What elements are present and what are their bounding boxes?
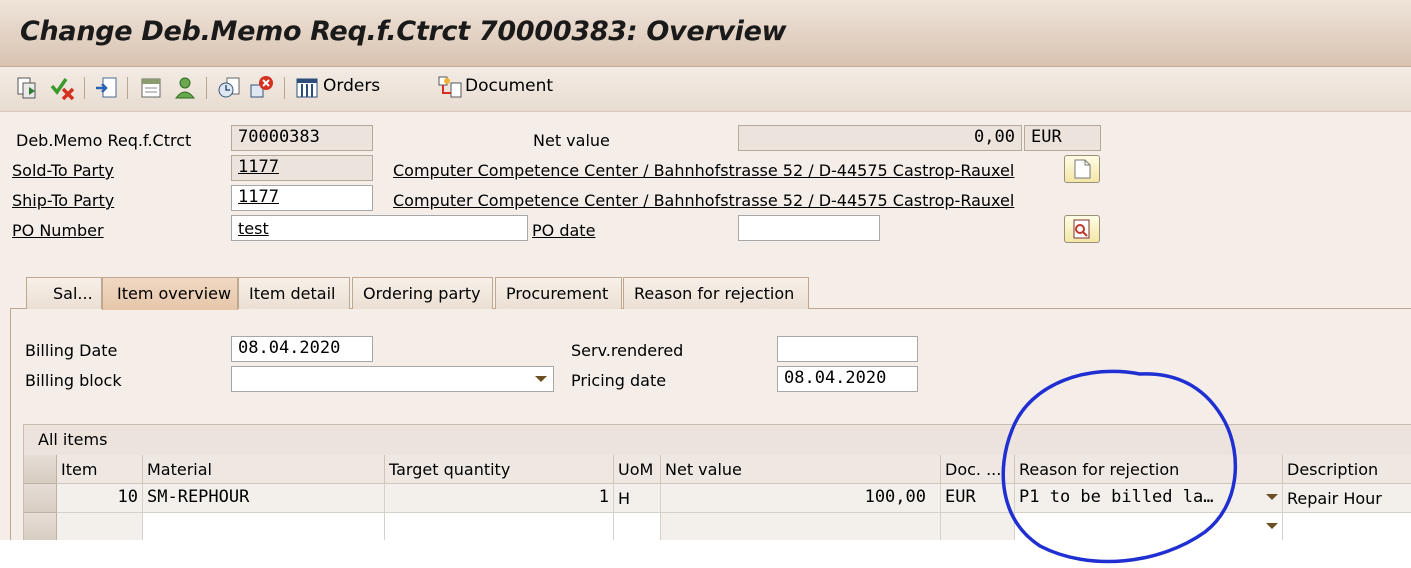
pricing-date-field[interactable]: 08.04.2020 xyxy=(777,366,918,392)
sold-to-field[interactable]: 1177 xyxy=(231,155,373,181)
document-icon xyxy=(1074,159,1091,179)
column-header-target-quantity[interactable]: Target quantity xyxy=(385,455,614,484)
display-icon[interactable] xyxy=(14,75,40,101)
net-value-label: Net value xyxy=(533,131,610,150)
window-title: Change Deb.Memo Req.f.Ctrct 70000383: Ov… xyxy=(20,16,787,47)
toolbar-separator xyxy=(206,77,207,99)
po-date-label[interactable]: PO date xyxy=(532,221,595,240)
po-number-value: test xyxy=(238,219,269,238)
cell-material[interactable]: SM-REPHOUR xyxy=(143,484,385,513)
po-date-field[interactable] xyxy=(738,215,880,241)
sold-to-details-button[interactable] xyxy=(1064,155,1100,183)
row-selector[interactable] xyxy=(24,484,57,513)
tab-item-detail[interactable]: Item detail xyxy=(238,277,350,309)
pricing-date-label: Pricing date xyxy=(571,371,667,390)
billing-block-dropdown[interactable] xyxy=(231,366,554,392)
column-header-net-value[interactable]: Net value xyxy=(661,455,941,484)
ship-to-address-link[interactable]: Computer Competence Center / Bahnhofstra… xyxy=(393,191,1014,210)
annotation-circle xyxy=(1001,369,1238,564)
ship-to-field[interactable]: 1177 xyxy=(231,185,373,211)
billing-block-label: Billing block xyxy=(25,371,122,390)
title-bar: Change Deb.Memo Req.f.Ctrct 70000383: Ov… xyxy=(0,0,1411,67)
delete-icon[interactable] xyxy=(249,75,275,101)
cell-net-value xyxy=(661,513,941,542)
cell-description[interactable] xyxy=(1283,513,1411,542)
orders-button[interactable]: Orders xyxy=(323,76,380,96)
select-all-column[interactable] xyxy=(24,455,57,484)
document-button[interactable]: Document xyxy=(465,76,553,96)
column-header-item[interactable]: Item xyxy=(57,455,143,484)
orders-icon[interactable] xyxy=(294,75,320,101)
partner-icon[interactable] xyxy=(172,75,198,101)
doc-number-field: 70000383 xyxy=(231,125,373,151)
check-icon[interactable] xyxy=(50,75,76,101)
tab-reason-for-rejection[interactable]: Reason for rejection xyxy=(623,277,809,309)
doc-number-label: Deb.Memo Req.f.Ctrct xyxy=(16,131,192,150)
ship-to-label[interactable]: Ship-To Party xyxy=(12,191,114,210)
cell-uom[interactable]: H xyxy=(614,484,661,513)
cell-uom[interactable] xyxy=(614,513,661,542)
cell-target-quantity[interactable]: 1 xyxy=(385,484,614,513)
sold-to-value: 1177 xyxy=(238,157,279,177)
display-orders-button[interactable] xyxy=(1064,215,1100,243)
po-number-field[interactable]: test xyxy=(231,215,528,241)
toolbar-separator xyxy=(284,77,285,99)
import-icon[interactable] xyxy=(94,75,120,101)
column-header-material[interactable]: Material xyxy=(143,455,385,484)
po-number-label[interactable]: PO Number xyxy=(12,221,104,240)
ship-to-value: 1177 xyxy=(238,187,279,207)
tab-ordering-party[interactable]: Ordering party xyxy=(352,277,493,309)
billing-date-label: Billing Date xyxy=(25,341,118,360)
row-selector[interactable] xyxy=(24,513,57,542)
toolbar-separator xyxy=(127,77,128,99)
billing-date-field[interactable]: 08.04.2020 xyxy=(231,336,373,362)
table-title: All items xyxy=(38,430,108,449)
column-header-description[interactable]: Description xyxy=(1283,455,1411,484)
cell-description[interactable]: Repair Hour xyxy=(1283,484,1411,513)
net-value-field: 0,00 xyxy=(738,125,1022,151)
column-header-uom[interactable]: UoM xyxy=(614,455,661,484)
cell-net-value: 100,00 xyxy=(661,484,941,513)
toolbar-separator xyxy=(84,77,85,99)
cell-item: 10 xyxy=(57,484,143,513)
search-document-icon xyxy=(1073,219,1090,239)
cell-item xyxy=(57,513,143,542)
cell-target-quantity[interactable] xyxy=(385,513,614,542)
cell-material[interactable] xyxy=(143,513,385,542)
document-flow-icon[interactable] xyxy=(437,75,463,101)
chevron-down-icon[interactable] xyxy=(1266,494,1278,500)
application-toolbar: Orders Document xyxy=(0,67,1411,112)
clock-icon[interactable] xyxy=(216,75,242,101)
serv-rendered-label: Serv.rendered xyxy=(571,341,684,360)
tab-procurement[interactable]: Procurement xyxy=(495,277,622,309)
chevron-down-icon[interactable] xyxy=(1266,523,1278,529)
tab-item-overview[interactable]: Item overview xyxy=(102,277,238,310)
serv-rendered-field[interactable] xyxy=(777,336,918,362)
currency-field: EUR xyxy=(1024,125,1101,151)
sold-to-label[interactable]: Sold-To Party xyxy=(12,161,114,180)
header-icon[interactable] xyxy=(138,75,164,101)
sold-to-address-link[interactable]: Computer Competence Center / Bahnhofstra… xyxy=(393,161,1014,180)
chevron-down-icon xyxy=(535,376,547,382)
tab-sales[interactable]: Sal... xyxy=(26,277,102,309)
